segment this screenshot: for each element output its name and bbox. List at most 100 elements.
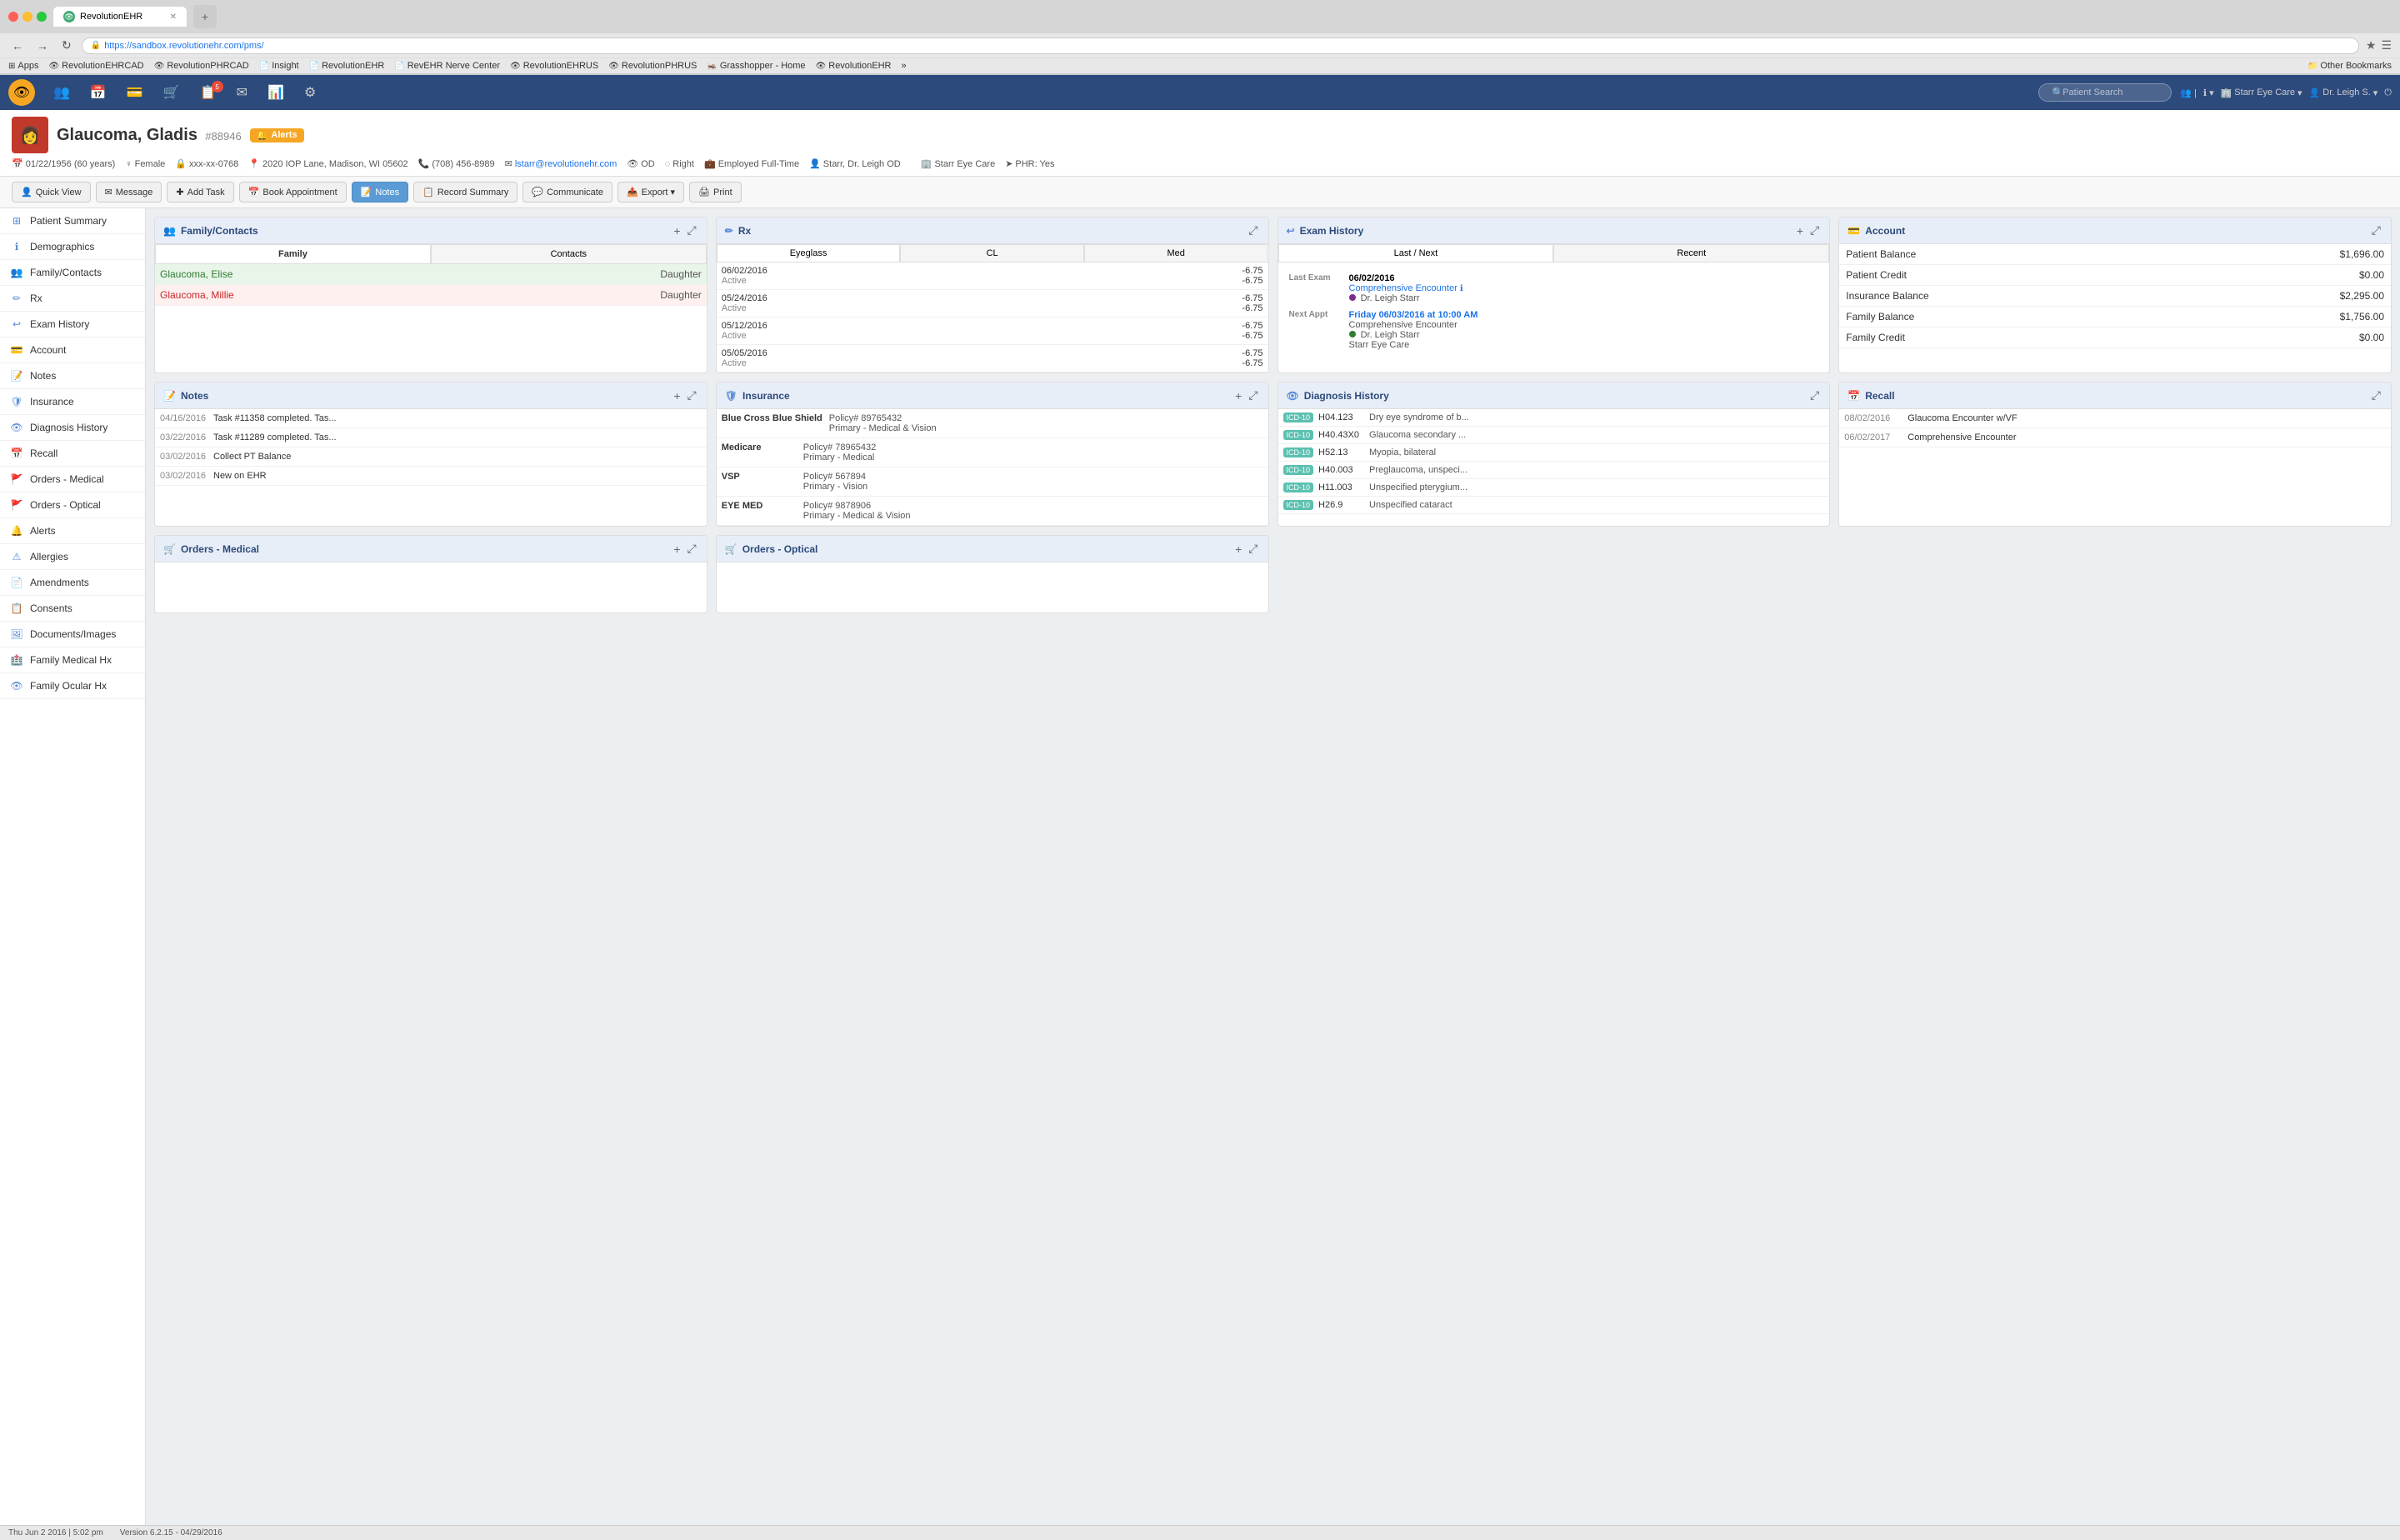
nav-calendar[interactable]: 📅 [82,79,115,106]
bookmark-revolutionehr2[interactable]: 👁 RevolutionEHR [816,61,892,71]
next-appt-link[interactable]: Friday 06/03/2016 at 10:00 AM [1349,310,1478,320]
contacts-tab[interactable]: Contacts [431,244,707,263]
bookmark-revolutionehr[interactable]: 📄 RevolutionEHR [309,61,385,71]
diagnosis-row[interactable]: ICD-10 H04.123 Dry eye syndrome of b... [1278,409,1830,427]
nav-logout-button[interactable]: ⏻ [2384,88,2392,98]
print-button[interactable]: 🖨 Print [689,182,742,202]
sidebar-item-account[interactable]: 💳 Account [0,338,145,363]
insurance-expand-button[interactable]: ⤢ [1247,388,1259,402]
family-member-row[interactable]: Glaucoma, Millie Daughter [155,285,707,306]
app-logo[interactable]: 👁 [8,79,35,106]
notes-add-button[interactable]: + [672,388,682,402]
bookmark-revolutionphrcad[interactable]: 👁 RevolutionPHRCAD [154,61,249,71]
browser-menu-button[interactable]: ☰ [2381,38,2392,52]
sidebar-item-patient-summary[interactable]: ⊞ Patient Summary [0,208,145,234]
orders-optical-add-button[interactable]: + [1233,542,1243,556]
export-button[interactable]: 📤 Export ▾ [618,182,684,202]
note-row[interactable]: 04/16/2016 Task #11358 completed. Tas... [155,409,707,428]
patient-email[interactable]: ✉ lstarr@revolutionehr.com [505,158,618,169]
account-expand-button[interactable]: ⤢ [2370,223,2382,238]
communicate-button[interactable]: 💬 Communicate [522,182,612,202]
recall-row[interactable]: 08/02/2016 Glaucoma Encounter w/VF [1839,409,2391,428]
bookmark-revehr-nerve[interactable]: 📄 RevEHR Nerve Center [394,61,500,71]
nav-orders[interactable]: 🛒 [155,79,188,106]
close-window-button[interactable] [8,12,18,22]
insurance-row[interactable]: Blue Cross Blue Shield Policy# 89765432P… [717,409,1268,438]
book-appointment-button[interactable]: 📅 Book Appointment [239,182,347,202]
notes-button[interactable]: 📝 Notes [352,182,408,202]
exam-history-add-button[interactable]: + [1795,223,1805,238]
rx-row[interactable]: 05/05/2016 Active -6.75 -6.75 [717,345,1268,372]
refresh-button[interactable]: ↻ [58,37,75,54]
nav-billing[interactable]: 💳 [118,79,152,106]
patient-email-link[interactable]: lstarr@revolutionehr.com [515,159,617,169]
sidebar-item-diagnosis-history[interactable]: 👁 Diagnosis History [0,415,145,441]
bookmark-other[interactable]: 📁 Other Bookmarks [2308,61,2392,71]
bookmark-more[interactable]: » [901,61,906,71]
bookmark-button[interactable]: ★ [2366,38,2377,52]
rx-tab-med[interactable]: Med [1084,244,1268,262]
sidebar-item-alerts[interactable]: 🔔 Alerts [0,518,145,544]
rx-row[interactable]: 06/02/2016 Active -6.75 -6.75 [717,262,1268,290]
sidebar-item-allergies[interactable]: ⚠ Allergies [0,544,145,570]
bookmark-grasshopper[interactable]: 🦗 Grasshopper - Home [707,61,805,71]
bookmark-revolutionehrcad[interactable]: 👁 RevolutionEHRCAD [48,61,143,71]
family-member-row[interactable]: Glaucoma, Elise Daughter [155,264,707,285]
sidebar-item-family-contacts[interactable]: 👥 Family/Contacts [0,260,145,286]
note-row[interactable]: 03/02/2016 New on EHR [155,467,707,486]
nav-user-management[interactable]: 👥 | [2180,88,2197,98]
sidebar-item-exam-history[interactable]: ↩ Exam History [0,312,145,338]
notes-expand-button[interactable]: ⤢ [686,388,698,402]
nav-tasks[interactable]: 📋 5 [192,79,225,106]
sidebar-item-demographics[interactable]: ℹ Demographics [0,234,145,260]
family-contacts-add-button[interactable]: + [672,223,682,238]
rx-expand-button[interactable]: ⤢ [1247,223,1259,238]
insurance-row[interactable]: VSP Policy# 567894Primary - Vision [717,468,1268,497]
sidebar-item-family-medical-hx[interactable]: 🏥 Family Medical Hx [0,648,145,673]
note-row[interactable]: 03/22/2016 Task #11289 completed. Tas... [155,428,707,448]
sidebar-item-amendments[interactable]: 📄 Amendments [0,570,145,596]
sidebar-item-consents[interactable]: 📋 Consents [0,596,145,622]
sidebar-item-recall[interactable]: 📅 Recall [0,441,145,467]
exam-history-expand-button[interactable]: ⤢ [1808,223,1821,238]
alerts-button[interactable]: 🔔 Alerts [250,128,304,142]
diagnosis-row[interactable]: ICD-10 H52.13 Myopia, bilateral [1278,444,1830,462]
address-bar[interactable]: 🔒 https://sandbox.revolutionehr.com/pms/ [82,38,2359,54]
rx-tab-cl[interactable]: CL [900,244,1084,262]
forward-button[interactable]: → [33,38,52,54]
maximize-window-button[interactable] [37,12,47,22]
sidebar-item-rx[interactable]: ✏ Rx [0,286,145,312]
orders-medical-expand-button[interactable]: ⤢ [686,542,698,556]
record-summary-button[interactable]: 📋 Record Summary [413,182,518,202]
diagnosis-row[interactable]: ICD-10 H40.43X0 Glaucoma secondary ... [1278,427,1830,444]
browser-tab[interactable]: 👁 RevolutionEHR ✕ [53,7,187,27]
recall-expand-button[interactable]: ⤢ [2370,388,2382,402]
sidebar-item-orders-optical[interactable]: 🚩 Orders - Optical [0,492,145,518]
insurance-add-button[interactable]: + [1233,388,1243,402]
bookmark-revolutionehrus[interactable]: 👁 RevolutionEHRUS [510,61,598,71]
orders-optical-expand-button[interactable]: ⤢ [1247,542,1259,556]
rx-row[interactable]: 05/24/2016 Active -6.75 -6.75 [717,290,1268,318]
rx-row[interactable]: 05/12/2016 Active -6.75 -6.75 [717,318,1268,345]
bookmark-insight[interactable]: 📄 Insight [259,61,299,71]
sidebar-item-orders-medical[interactable]: 🚩 Orders - Medical [0,467,145,492]
diagnosis-row[interactable]: ICD-10 H11.003 Unspecified pterygium... [1278,479,1830,497]
insurance-row[interactable]: EYE MED Policy# 9878906Primary - Medical… [717,497,1268,526]
family-tab[interactable]: Family [155,244,431,263]
bookmark-revolutionphrus[interactable]: 👁 RevolutionPHRUS [608,61,697,71]
bookmark-apps[interactable]: ⊞ Apps [8,61,38,71]
minimize-window-button[interactable] [22,12,32,22]
tab-close-button[interactable]: ✕ [170,12,177,22]
nav-patients[interactable]: 👥 [45,79,78,106]
recall-row[interactable]: 06/02/2017 Comprehensive Encounter [1839,428,2391,448]
sidebar-item-notes[interactable]: 📝 Notes [0,363,145,389]
nav-reports[interactable]: 📊 [259,79,292,106]
exam-tab-recent[interactable]: Recent [1553,244,1829,262]
orders-medical-add-button[interactable]: + [672,542,682,556]
exam-tab-last-next[interactable]: Last / Next [1278,244,1554,262]
nav-practice-selector[interactable]: 🏢 Starr Eye Care ▾ [2221,88,2302,98]
diagnosis-row[interactable]: ICD-10 H40.003 Preglaucoma, unspeci... [1278,462,1830,479]
nav-user-selector[interactable]: 👤 Dr. Leigh S. ▾ [2309,88,2378,98]
family-contacts-expand-button[interactable]: ⤢ [686,223,698,238]
add-task-button[interactable]: ✚ Add Task [167,182,233,202]
